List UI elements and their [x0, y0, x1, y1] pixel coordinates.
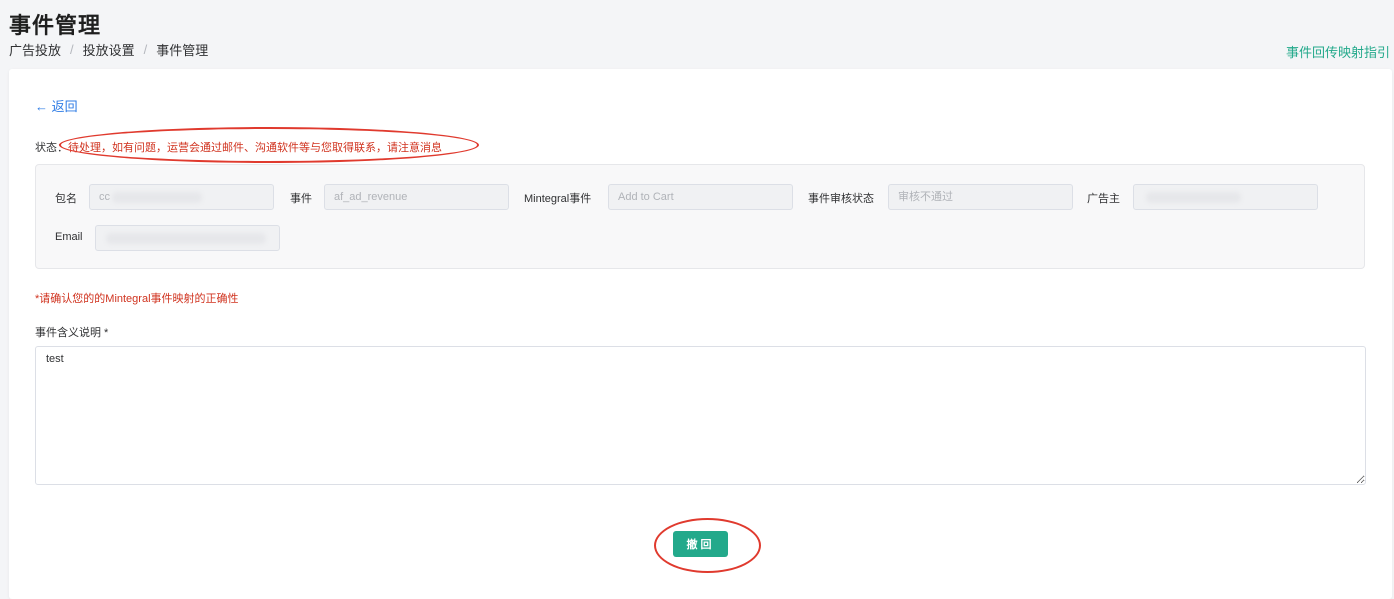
event-mapping-guide-link[interactable]: 事件回传映射指引: [1286, 42, 1390, 61]
mintegral-event-value: Add to Cart: [618, 191, 674, 203]
advertiser-label: 广告主: [1087, 193, 1120, 205]
event-value: af_ad_revenue: [334, 191, 408, 203]
back-link[interactable]: ← 返回: [35, 96, 78, 115]
breadcrumb-separator: /: [143, 42, 148, 57]
status-line: 状态：待处理，如有问题，运营会通过邮件、沟通软件等与您取得联系，请注意消息: [35, 139, 442, 155]
redacted-blur: [106, 233, 266, 244]
review-status-value: 审核不通过: [898, 191, 953, 203]
revoke-button[interactable]: 撤回: [673, 531, 728, 557]
redacted-blur: [1146, 192, 1241, 203]
event-detail-card: ← 返回 状态：待处理，如有问题，运营会通过邮件、沟通软件等与您取得联系，请注意…: [9, 69, 1392, 599]
status-label: 状态：: [35, 142, 68, 154]
package-label: 包名: [55, 193, 77, 205]
page-title: 事件管理: [9, 13, 102, 38]
mapping-warning: *请确认您的的Mintegral事件映射的正确性: [35, 293, 239, 305]
package-value: cc: [99, 191, 110, 203]
redacted-blur: [112, 192, 202, 203]
review-status-input[interactable]: 审核不通过: [888, 184, 1073, 210]
advertiser-input[interactable]: [1133, 184, 1318, 210]
event-input[interactable]: af_ad_revenue: [324, 184, 509, 210]
description-label: 事件含义说明 *: [35, 327, 109, 339]
breadcrumb-separator: /: [70, 42, 74, 57]
event-label: 事件: [290, 193, 312, 205]
email-label: Email: [55, 231, 83, 243]
mintegral-event-label: Mintegral事件: [524, 193, 592, 205]
event-info-panel: 包名 cc 事件 af_ad_revenue Mintegral事件 Add t…: [35, 164, 1365, 269]
breadcrumb: 广告投放 / 投放设置 / 事件管理: [9, 40, 208, 59]
description-textarea[interactable]: test: [35, 346, 1366, 485]
package-input[interactable]: cc: [89, 184, 274, 210]
breadcrumb-item-ad-delivery[interactable]: 广告投放: [9, 40, 61, 59]
breadcrumb-item-event-management: 事件管理: [156, 43, 209, 58]
review-status-label: 事件审核状态: [808, 193, 874, 205]
email-input[interactable]: [95, 225, 280, 251]
status-text: 待处理，如有问题，运营会通过邮件、沟通软件等与您取得联系，请注意消息: [68, 142, 442, 154]
mintegral-event-input[interactable]: Add to Cart: [608, 184, 793, 210]
breadcrumb-item-delivery-settings[interactable]: 投放设置: [83, 40, 135, 59]
